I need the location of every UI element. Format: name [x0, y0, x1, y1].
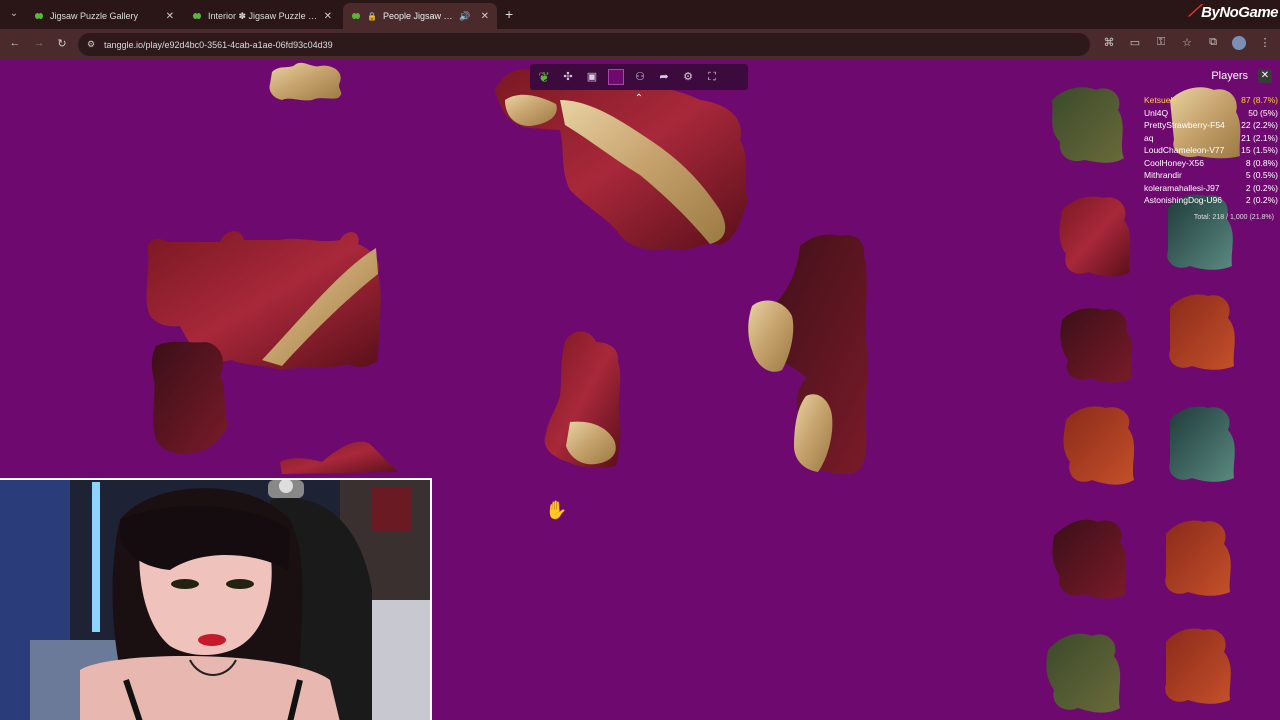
player-row: Mithrandir 5 (0.5%): [1144, 169, 1278, 182]
puzzle-piece: [1059, 196, 1131, 277]
player-row: koleramahallesi-J97 2 (0.2%): [1144, 182, 1278, 195]
background-color-swatch[interactable]: [608, 69, 624, 85]
players-header: Players ✕: [1140, 68, 1280, 86]
player-name: koleramahallesi-J97: [1144, 182, 1220, 193]
player-name: LoudChameleon-V77: [1144, 145, 1225, 156]
player-row: AstonishingDog-U96 2 (0.2%): [1144, 194, 1278, 207]
extensions-icon[interactable]: ⧉: [1206, 36, 1220, 50]
player-name: aq: [1144, 132, 1154, 143]
address-bar[interactable]: ⚙ tanggle.io/play/e92d4bc0-3561-4cab-a1a…: [78, 33, 1090, 56]
hand-cursor-icon: ✋: [545, 500, 568, 520]
players-panel: Players ✕ Ketsueki 87 (8.7%) Unl4Q 50 (5%)…: [1140, 68, 1280, 228]
player-score: 15 (1.5%): [1241, 145, 1278, 156]
close-tab-icon[interactable]: ✕: [481, 11, 489, 22]
more-menu-icon[interactable]: ⋮: [1258, 36, 1272, 50]
preview-image-icon[interactable]: ▣: [584, 69, 600, 85]
player-row: Ketsueki 87 (8.7%): [1144, 94, 1278, 107]
tab-jigsaw-gallery[interactable]: Jigsaw Puzzle Gallery ✕: [26, 3, 182, 29]
player-score: 8 (0.8%): [1245, 157, 1278, 168]
browser-toolbar: ← → ↻ ⚙ tanggle.io/play/e92d4bc0-3561-4c…: [0, 29, 1280, 60]
player-row: aq 21 (2.1%): [1144, 132, 1278, 145]
cast-icon[interactable]: ▭: [1128, 36, 1142, 50]
site-info-icon[interactable]: ⚙: [87, 39, 95, 50]
puzzle-piece: [1052, 519, 1127, 599]
puzzle-piece: [1063, 406, 1135, 485]
password-key-icon[interactable]: ⚿: [1154, 36, 1168, 50]
translate-icon[interactable]: ⌘: [1102, 36, 1116, 50]
browser-window: ⌄ Jigsaw Puzzle Gallery ✕ Interior ✽ Jig…: [0, 0, 1280, 720]
fullscreen-icon[interactable]: ⛶: [704, 69, 720, 85]
player-score: 50 (5%): [1248, 107, 1278, 118]
back-arrow-icon[interactable]: ←: [8, 37, 22, 49]
collapse-toolbar-icon[interactable]: ⌃: [633, 93, 645, 104]
player-score: 2 (0.2%): [1245, 182, 1278, 193]
tab-interior-puzzle[interactable]: Interior ✽ Jigsaw Puzzle #2,28 ✕: [184, 3, 340, 29]
tab-strip: ⌄ Jigsaw Puzzle Gallery ✕ Interior ✽ Jig…: [0, 0, 1280, 29]
puzzle-piece: [1052, 87, 1124, 163]
puzzle-piece: [280, 441, 398, 474]
stream-brand-logo: ⟋ ByNoGame: [1188, 3, 1278, 21]
toolbar-actions: ⌘ ▭ ⚿ ☆ ⧉ ⋮: [1102, 36, 1272, 50]
player-score: 5 (0.5%): [1245, 170, 1278, 181]
puzzle-piece: [1169, 406, 1235, 482]
tanggle-logo-icon[interactable]: ❦: [536, 69, 552, 85]
webcam-overlay: [0, 478, 432, 720]
players-icon[interactable]: ⚇: [632, 69, 648, 85]
forward-arrow-icon[interactable]: →: [32, 37, 46, 49]
player-score: 2 (0.2%): [1245, 195, 1278, 206]
player-score: 87 (8.7%): [1241, 95, 1278, 106]
player-row: LoudChameleon-V77 15 (1.5%): [1144, 144, 1278, 157]
url-text: tanggle.io/play/e92d4bc0-3561-4cab-a1ae-…: [104, 39, 333, 50]
reload-icon[interactable]: ↻: [55, 37, 69, 50]
puzzle-piece: [1060, 308, 1133, 383]
player-list: Ketsueki 87 (8.7%) Unl4Q 50 (5%) PrettyStr…: [1144, 94, 1278, 207]
new-tab-button[interactable]: +: [505, 6, 513, 22]
bookmark-star-icon[interactable]: ☆: [1180, 36, 1194, 50]
player-score: 21 (2.1%): [1241, 132, 1278, 143]
brand-label: ByNoGame: [1201, 3, 1278, 21]
settings-gear-icon[interactable]: ⚙: [680, 69, 696, 85]
close-tab-icon[interactable]: ✕: [324, 11, 332, 22]
puzzle-favicon-icon: [35, 12, 43, 20]
puzzle-piece: [1165, 520, 1231, 596]
player-score: 22 (2.2%): [1241, 120, 1278, 131]
lock-icon: 🔒: [367, 11, 377, 21]
close-icon[interactable]: ✕: [1258, 69, 1272, 83]
players-title: Players: [1211, 70, 1248, 82]
puzzle-favicon-icon: [352, 12, 360, 20]
tab-people-puzzle[interactable]: 🔒 People Jigsaw Puzzle 🔊 ✕: [343, 3, 497, 29]
puzzle-piece: [269, 62, 342, 101]
tab-title: Jigsaw Puzzle Gallery: [50, 11, 139, 21]
close-tab-icon[interactable]: ✕: [166, 11, 174, 22]
speaker-icon[interactable]: 🔊: [459, 11, 470, 22]
tab-title: People Jigsaw Puzzle: [382, 11, 453, 21]
tab-search-icon[interactable]: ⌄: [6, 6, 22, 22]
puzzle-favicon-icon: [193, 12, 201, 20]
total-progress: Total: 218 / 1,000 (21.8%): [1193, 214, 1274, 221]
puzzle-piece: [1169, 294, 1235, 370]
tab-title: Interior ✽ Jigsaw Puzzle #2,28: [208, 10, 318, 21]
player-name: Ketsueki: [1144, 95, 1177, 106]
brand-flame-icon: ⟋: [1188, 3, 1200, 20]
player-name: Mithrandir: [1144, 170, 1182, 181]
puzzle-piece: [1165, 628, 1231, 704]
player-name: CoolHoney-X56: [1144, 157, 1205, 168]
player-row: Unl4Q 50 (5%): [1144, 107, 1278, 120]
puzzle-piece: [1046, 633, 1121, 713]
player-name: AstonishingDog-U96: [1144, 195, 1222, 206]
player-row: CoolHoney-X56 8 (0.8%): [1144, 157, 1278, 170]
puzzle-piece: [151, 341, 228, 454]
profile-avatar-icon[interactable]: [1232, 36, 1246, 50]
puzzle-piece-icon[interactable]: ✣: [560, 69, 576, 85]
puzzle-toolbar: ❦ ✣ ▣ ⚇ ➦ ⚙ ⛶: [530, 64, 748, 90]
player-name: PrettyStrawberry-F54: [1144, 120, 1225, 131]
share-icon[interactable]: ➦: [656, 69, 672, 85]
streamer-webcam-image: [0, 480, 430, 720]
player-row: PrettyStrawberry-F54 22 (2.2%): [1144, 119, 1278, 132]
player-name: Unl4Q: [1144, 107, 1169, 118]
